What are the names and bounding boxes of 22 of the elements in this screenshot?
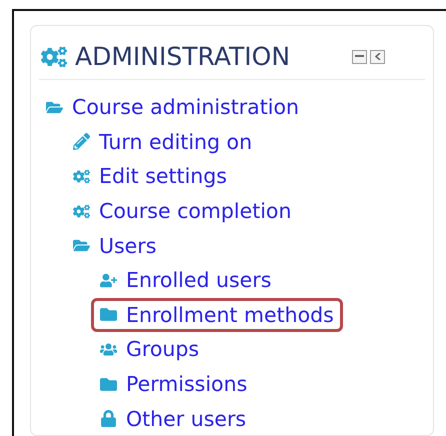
block-title: ADMINISTRATION [75,42,292,71]
gears-icon [71,168,91,185]
tree-link[interactable]: Groups [91,332,208,366]
tree-link[interactable]: Edit settings [64,159,236,194]
gears-icon [41,44,67,70]
dock-icon[interactable] [370,50,385,64]
tree-link[interactable]: Course completion [64,194,300,228]
minimize-icon[interactable] [352,50,367,64]
tree-link[interactable]: Turn editing on [64,124,262,159]
lock-icon [98,410,118,428]
tree-link[interactable]: Other users [91,402,256,436]
folder-icon [98,306,118,324]
gears-icon [71,202,91,220]
folder-icon [98,376,118,393]
pencil-icon [71,133,91,150]
tree-link[interactable]: Enrollment methods [91,298,343,332]
add-user-icon [98,272,118,289]
tree-link[interactable]: Course administration [37,90,308,124]
tree-link[interactable]: Enrolled users [91,263,280,298]
tree-link[interactable]: Permissions [91,367,256,402]
tree-link[interactable]: Users [64,228,166,263]
users-icon [98,340,118,358]
